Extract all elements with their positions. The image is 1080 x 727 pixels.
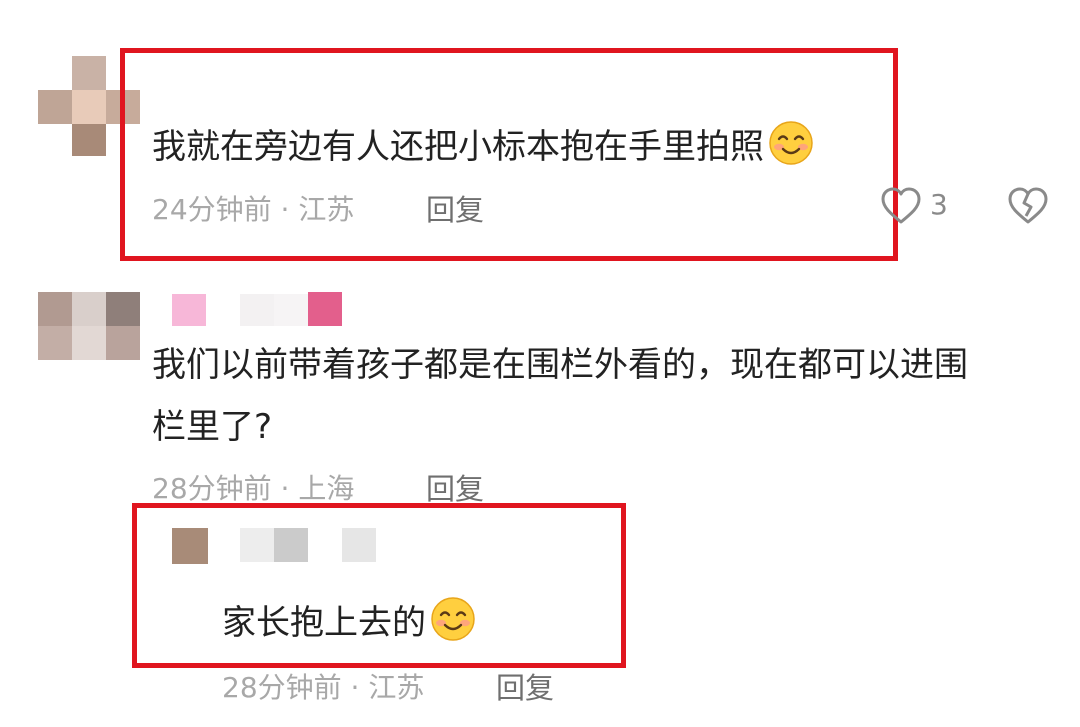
comment-text-line-2: 栏里了? <box>152 407 273 447</box>
reply-button[interactable]: 回复 <box>496 665 554 707</box>
dislike-button[interactable] <box>1006 186 1050 226</box>
like-count: 3 <box>930 188 948 221</box>
reply-text: 家长抱上去的 <box>222 593 476 653</box>
smiling-face-emoji-icon <box>430 596 476 642</box>
like-button[interactable]: 3 <box>880 184 960 230</box>
comment-time-location: 24分钟前 · 江苏 <box>152 193 355 226</box>
reply-button[interactable]: 回复 <box>426 187 484 229</box>
comment-time-location: 28分钟前 · 上海 <box>152 472 355 505</box>
username[interactable] <box>240 528 378 564</box>
avatar[interactable] <box>38 292 140 360</box>
smiling-face-emoji-icon <box>768 120 814 166</box>
watermark-logo <box>978 695 1070 721</box>
comment-text: 我就在旁边有人还把小标本抱在手里拍照 <box>152 117 814 177</box>
reply-text-content: 家长抱上去的 <box>222 603 426 643</box>
heart-outline-icon <box>880 186 922 230</box>
comment-text-line-1: 我们以前带着孩子都是在围栏外看的，现在都可以进围 <box>152 345 968 385</box>
reply-button[interactable]: 回复 <box>426 466 484 508</box>
reply-time-location: 28分钟前 · 江苏 <box>222 671 425 704</box>
broken-heart-icon <box>1006 187 1050 230</box>
avatar[interactable] <box>172 528 208 564</box>
username[interactable] <box>172 292 344 328</box>
comment-text-content: 我就在旁边有人还把小标本抱在手里拍照 <box>152 127 764 167</box>
